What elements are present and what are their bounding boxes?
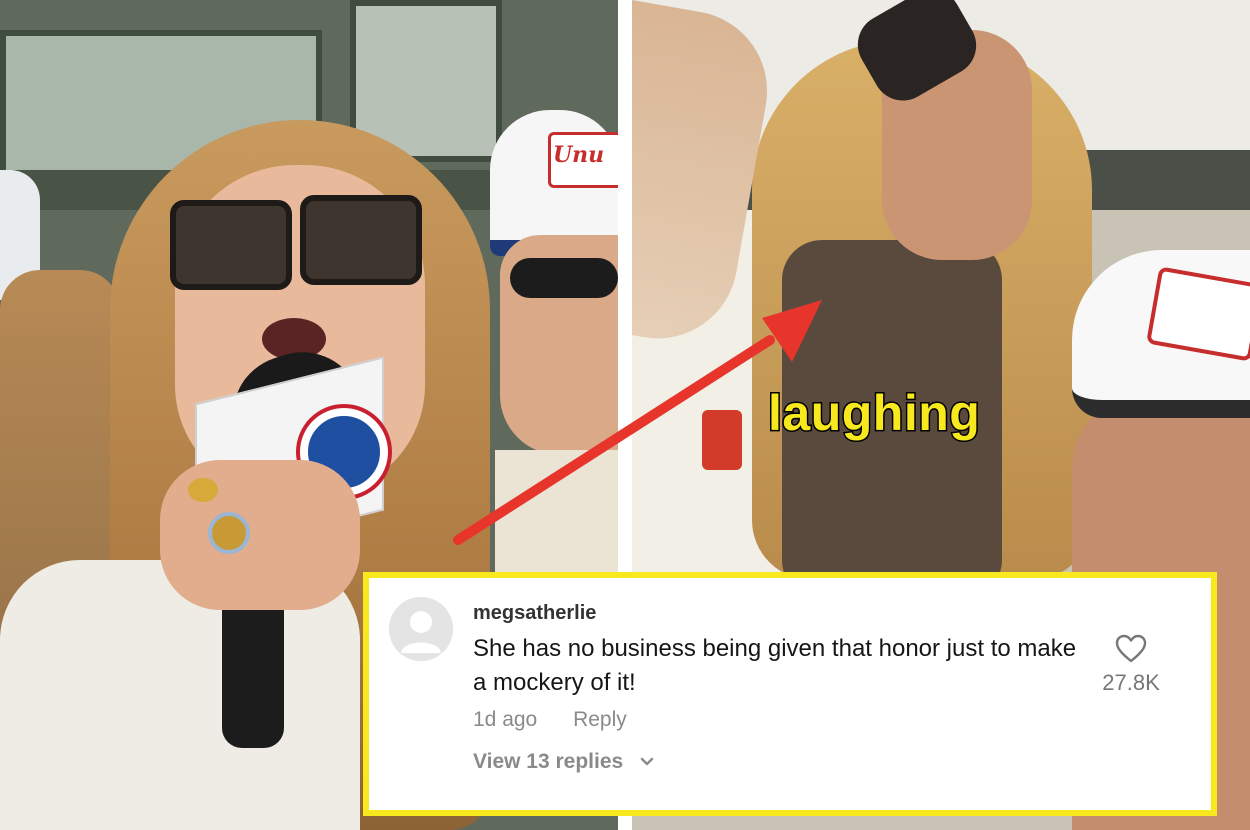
stone-ring [208,512,250,554]
like-count: 27.8K [1102,670,1160,695]
chevron-down-icon [640,758,654,766]
heart-outline-icon[interactable] [1115,634,1147,664]
sunglasses-right-lens [300,195,422,285]
reply-button[interactable]: Reply [573,708,627,732]
comment-username[interactable]: megsatherlie [473,602,596,625]
laughing-caption: laughing [766,384,981,443]
default-avatar-icon[interactable] [389,597,453,661]
comment-text: She has no business being given that hon… [473,635,1077,696]
man-sunglasses [510,258,618,298]
sunglasses-left-lens [170,200,292,290]
like-block: 27.8K [1081,634,1181,696]
comment-timestamp: 1d ago [473,708,538,731]
view-replies-label: View 13 replies [473,750,624,773]
comment-card: megsatherlie She has no business being g… [363,572,1217,816]
comment-meta: 1d ago Reply [473,708,627,732]
view-replies-button[interactable]: View 13 replies [473,750,655,774]
cap-lettering: Unu [553,142,605,168]
gold-ring [188,478,218,502]
jersey-logo-fragment [702,410,742,470]
